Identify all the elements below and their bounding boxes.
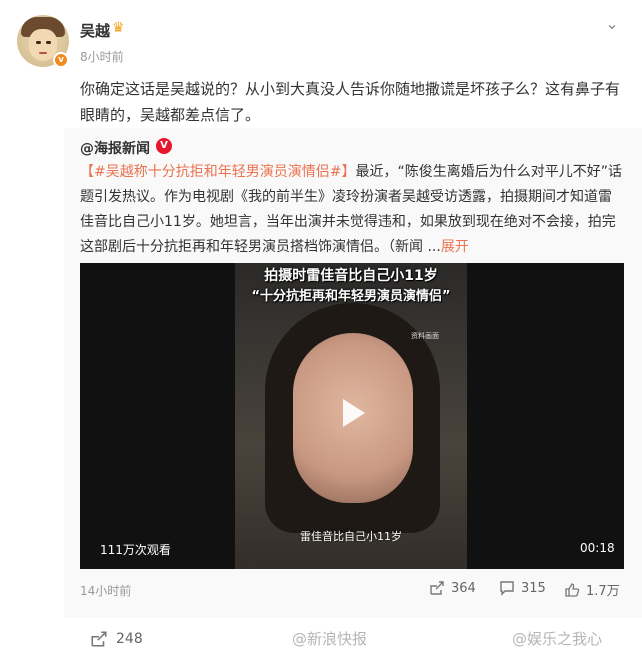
- repost-comment-count: 315: [521, 580, 546, 596]
- verified-red-v-icon: V: [156, 138, 172, 154]
- video-player[interactable]: 拍摄时雷佳音比自己小11岁 “十分抗拒再和年轻男演员演情侣” 资料画面 雷佳音比…: [80, 263, 624, 569]
- crown-icon: ♛: [112, 20, 125, 36]
- repost-comment-button[interactable]: 315: [499, 580, 546, 596]
- avatar-eye: [36, 41, 41, 44]
- comment-icon: [500, 581, 514, 596]
- share-icon: [430, 581, 444, 595]
- share-icon: [91, 631, 107, 647]
- video-caption-quote: “十分抗拒再和年轻男演员演情侣”: [251, 289, 451, 304]
- repost-text: 【#吴越称十分抗拒和年轻男演员演情侣#】最近，“陈俊生离婚后为什么对平儿不好”话…: [80, 160, 625, 260]
- repost-source-account[interactable]: @海报新闻: [80, 138, 150, 158]
- watermark-right: @娱乐之我心: [512, 630, 603, 648]
- reposted-content[interactable]: @海报新闻 V 【#吴越称十分抗拒和年轻男演员演情侣#】最近，“陈俊生离婚后为什…: [64, 128, 642, 618]
- expand-link[interactable]: 展开: [441, 239, 469, 255]
- watermark-left: @新浪快报: [292, 630, 368, 648]
- footer-share-button[interactable]: 248: [90, 630, 143, 648]
- repost-share-count: 364: [451, 580, 476, 596]
- more-options-chevron-icon[interactable]: ⌄: [600, 14, 624, 34]
- repost-timestamp[interactable]: 14小时前: [80, 582, 131, 599]
- video-subtitle: 雷佳音比自己小11岁: [300, 530, 402, 543]
- video-view-count: 111万次观看: [100, 543, 171, 557]
- weibo-post-card: v 吴越 ♛ 8小时前 ⌄ 你确定这话是吴越说的？从小到大真没人告诉你随地撒谎是…: [0, 0, 642, 660]
- video-duration: 00:18: [580, 541, 615, 555]
- avatar-mouth: [39, 52, 47, 54]
- thumbs-up-icon: [565, 582, 580, 597]
- post-timestamp[interactable]: 8小时前: [80, 48, 124, 65]
- repost-like-count: 1.7万: [586, 584, 620, 599]
- footer-share-count: 248: [116, 631, 143, 647]
- avatar-eye: [46, 41, 51, 44]
- video-archive-tag: 资料画面: [411, 332, 439, 340]
- video-caption-top: 拍摄时雷佳音比自己小11岁: [264, 268, 438, 284]
- hashtag-link[interactable]: 【#吴越称十分抗拒和年轻男演员演情侣#】: [80, 164, 355, 180]
- play-icon[interactable]: [334, 395, 370, 431]
- repost-share-button[interactable]: 364: [429, 580, 476, 596]
- username[interactable]: 吴越: [80, 20, 110, 41]
- repost-like-button[interactable]: 1.7万: [564, 580, 620, 599]
- post-text: 你确定这话是吴越说的？从小到大真没人告诉你随地撒谎是坏孩子么？这有鼻子有眼睛的，…: [80, 80, 621, 124]
- verified-v-icon: v: [53, 52, 69, 68]
